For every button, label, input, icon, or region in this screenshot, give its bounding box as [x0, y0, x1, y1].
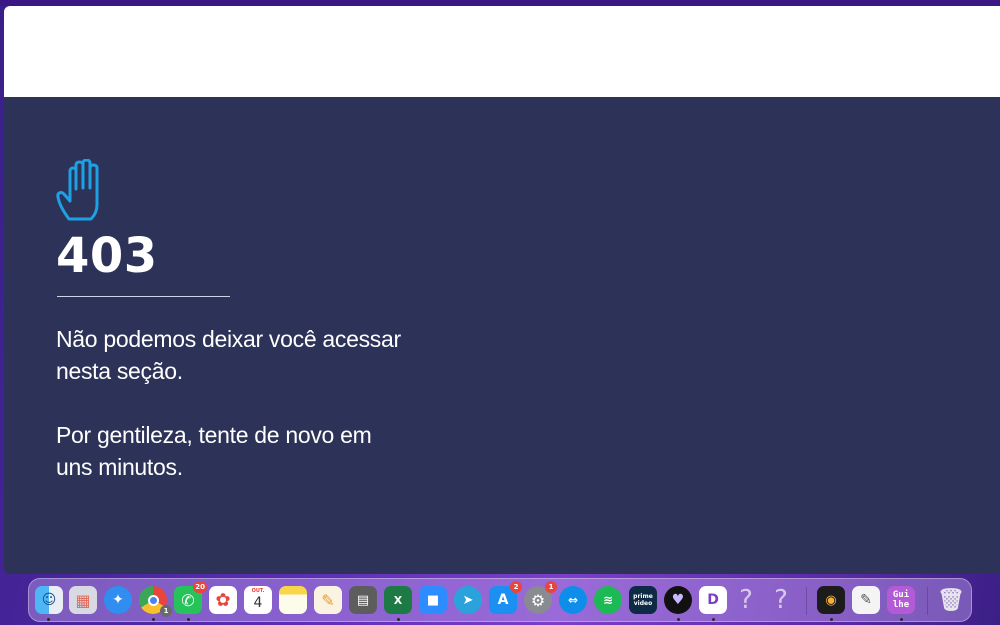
pages-icon[interactable]: ✎: [314, 586, 342, 614]
preview-icon[interactable]: ◉: [817, 586, 845, 614]
prime-video-icon[interactable]: prime video: [629, 586, 657, 614]
chrome-running-dot: [152, 618, 155, 621]
retry-message: Por gentileza, tente de novo em uns minu…: [56, 419, 456, 483]
d-app-running-dot: [712, 618, 715, 621]
guilhe-icon[interactable]: Gui lhe: [887, 586, 915, 614]
whatsapp-running-dot: [187, 618, 190, 621]
retry-message-line-1: Por gentileza, tente de novo em: [56, 422, 372, 448]
notes-icon[interactable]: [279, 586, 307, 614]
dock-separator: [806, 587, 807, 615]
question-icon[interactable]: ?: [767, 585, 795, 615]
heart-app-icon[interactable]: ♥: [664, 586, 692, 614]
dock-separator: [927, 587, 928, 615]
app-store-icon[interactable]: A 2: [489, 581, 522, 614]
telegram-icon[interactable]: ➤: [454, 586, 482, 614]
zoom-icon[interactable]: ■: [419, 586, 447, 614]
chrome-badge: 1: [160, 605, 172, 617]
whatsapp-badge: 20: [193, 581, 207, 593]
finder-running-dot: [47, 618, 50, 621]
error-message-line-1: Não podemos deixar você acessar: [56, 326, 401, 352]
photos-icon[interactable]: ✿: [209, 586, 237, 614]
safari-icon[interactable]: ✦: [104, 586, 132, 614]
error-code: 403: [56, 228, 158, 284]
error-page: 403 Não podemos deixar você acessar nest…: [4, 97, 1000, 574]
calculator-icon[interactable]: ▤: [349, 586, 377, 614]
app-store-badge: 2: [510, 581, 522, 593]
excel-running-dot: [397, 618, 400, 621]
browser-window: 403 Não podemos deixar você acessar nest…: [4, 6, 1000, 574]
d-app-icon[interactable]: D: [699, 586, 727, 614]
excel-icon[interactable]: X: [384, 586, 412, 614]
raised-hand-icon: [56, 159, 99, 221]
question-icon[interactable]: ?: [732, 585, 760, 615]
calendar-month: OUT.: [251, 588, 265, 594]
textedit-icon[interactable]: ✎: [852, 586, 880, 614]
unknown-app-1-label: ?: [739, 585, 753, 615]
divider: [57, 296, 230, 297]
retry-message-line-2: uns minutos.: [56, 454, 183, 480]
prime-video-label: prime video: [633, 593, 653, 607]
finder-icon[interactable]: ☺: [35, 586, 63, 614]
gear-icon[interactable]: ⚙ 1: [524, 581, 557, 614]
heart-app-running-dot: [677, 618, 680, 621]
error-message: Não podemos deixar você acessar nesta se…: [56, 323, 456, 387]
unknown-app-2-label: ?: [774, 585, 788, 615]
dock: ☺ ▦ ✦ 1 ✆ 20 ✿ OUT. 4 ✎ ▤ X ■ ➤ A 2 ⚙ 1 …: [28, 578, 972, 622]
preview-running-dot: [830, 618, 833, 621]
calendar-day: 4: [253, 595, 263, 611]
calendar-icon[interactable]: OUT. 4: [244, 586, 272, 614]
system-preferences-badge: 1: [545, 581, 557, 593]
chrome-icon[interactable]: 1: [139, 586, 172, 617]
guilhe-label: Gui lhe: [892, 590, 910, 610]
guilhe-running-dot: [900, 618, 903, 621]
teamviewer-icon[interactable]: ⇔: [559, 586, 587, 614]
error-message-line-2: nesta seção.: [56, 358, 183, 384]
window-header: [4, 6, 1000, 97]
launchpad-icon[interactable]: ▦: [69, 586, 97, 614]
whatsapp-icon[interactable]: ✆ 20: [174, 581, 207, 614]
trash-icon[interactable]: 🗑: [937, 586, 965, 614]
spotify-icon[interactable]: ≋: [594, 586, 622, 614]
